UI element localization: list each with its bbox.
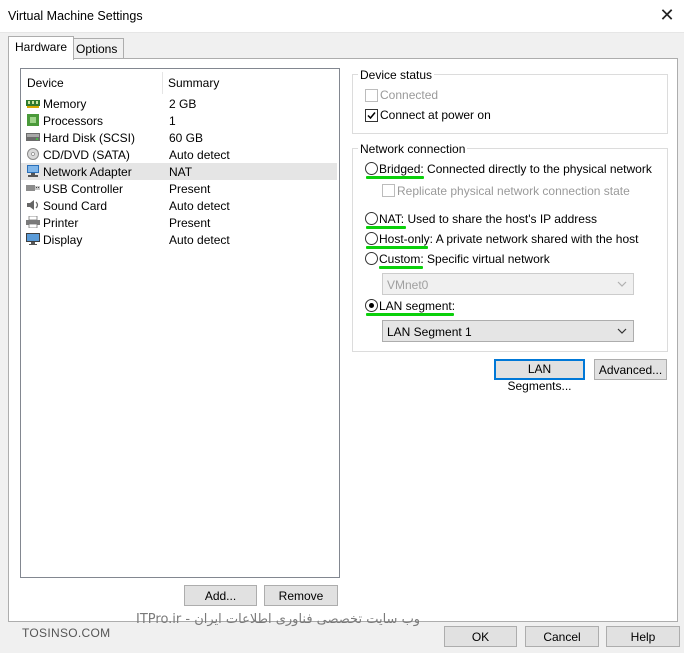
custom-network-select[interactable]: VMnet0 <box>382 273 634 295</box>
usb-icon <box>26 185 40 191</box>
custom-network-value: VMnet0 <box>387 278 429 292</box>
network-connection-legend: Network connection <box>358 142 468 156</box>
lan-segment-value: LAN Segment 1 <box>387 325 472 339</box>
bridged-desc: Connected directly to the physical netwo… <box>427 162 652 176</box>
device-summary: NAT <box>169 165 193 179</box>
check-icon <box>367 112 376 120</box>
nat-label: NAT: Used to share the host's IP address <box>379 212 597 226</box>
column-separator[interactable] <box>162 72 163 94</box>
device-summary: Present <box>169 216 211 230</box>
device-summary: 2 GB <box>169 97 197 111</box>
cd-dvd-icon <box>27 148 39 160</box>
custom-key: Custom: <box>379 252 424 266</box>
highlight-underline <box>366 226 406 229</box>
device-summary: Present <box>169 182 211 196</box>
tab-hardware[interactable]: Hardware <box>8 36 75 60</box>
sound-card-icon <box>27 200 39 210</box>
custom-desc: Specific virtual network <box>427 252 550 266</box>
device-row-display[interactable]: Display Auto detect <box>21 231 337 248</box>
device-row-sound-card[interactable]: Sound Card Auto detect <box>21 197 337 214</box>
device-status-legend: Device status <box>358 68 435 82</box>
column-device[interactable]: Device <box>27 76 64 90</box>
device-summary: Auto detect <box>169 199 230 213</box>
add-button[interactable]: Add... <box>184 585 257 606</box>
custom-radio[interactable] <box>365 252 378 265</box>
advanced-button[interactable]: Advanced... <box>594 359 667 380</box>
replicate-checkbox[interactable] <box>382 184 395 197</box>
chevron-down-icon <box>617 281 627 287</box>
device-row-network-adapter[interactable]: Network Adapter NAT <box>21 163 337 180</box>
host-only-desc: A private network shared with the host <box>435 232 639 246</box>
device-summary: 60 GB <box>169 131 204 145</box>
device-name: Memory <box>43 97 87 111</box>
close-icon[interactable]: ✕ <box>656 4 678 26</box>
device-row-cd-dvd[interactable]: CD/DVD (SATA) Auto detect <box>21 146 337 163</box>
remove-button[interactable]: Remove <box>264 585 338 606</box>
lan-segments-button[interactable]: LAN Segments... <box>494 359 585 393</box>
device-row-hard-disk[interactable]: Hard Disk (SCSI) 60 GB <box>21 129 337 146</box>
device-name: Network Adapter <box>43 165 132 179</box>
hard-disk-icon <box>26 133 40 141</box>
nat-key: NAT: <box>379 212 405 226</box>
network-adapter-icon <box>27 165 39 177</box>
highlight-underline <box>366 246 428 249</box>
device-name: CD/DVD (SATA) <box>43 148 130 162</box>
nat-desc: Used to share the host's IP address <box>407 212 597 226</box>
bridged-key: Bridged: <box>379 162 424 176</box>
device-list-header: Device Summary <box>21 72 337 94</box>
connected-checkbox[interactable] <box>365 89 378 102</box>
device-name: Sound Card <box>43 199 108 213</box>
device-summary: 1 <box>169 114 176 128</box>
ok-button[interactable]: OK <box>444 626 517 647</box>
bridged-label: Bridged: Connected directly to the physi… <box>379 162 652 176</box>
column-summary[interactable]: Summary <box>168 76 219 90</box>
tab-options[interactable]: Options <box>69 38 125 59</box>
processor-icon <box>27 114 39 126</box>
bridged-radio[interactable] <box>365 162 378 175</box>
help-button[interactable]: Help <box>606 626 680 647</box>
device-row-processors[interactable]: Processors 1 <box>21 112 337 129</box>
chevron-down-icon <box>617 328 627 334</box>
watermark-site: TOSINSO.COM <box>22 626 111 640</box>
connected-label: Connected <box>380 88 439 102</box>
device-name: USB Controller <box>43 182 124 196</box>
lan-segment-select[interactable]: LAN Segment 1 <box>382 320 634 342</box>
device-row-usb-controller[interactable]: USB Controller Present <box>21 180 337 197</box>
lan-segment-label: LAN segment: <box>379 299 456 313</box>
device-name: Printer <box>43 216 79 230</box>
display-icon <box>26 233 40 245</box>
lan-segment-radio[interactable] <box>365 299 378 312</box>
nat-radio[interactable] <box>365 212 378 225</box>
connect-at-power-on-label: Connect at power on <box>380 108 491 122</box>
highlight-underline <box>379 266 423 269</box>
highlight-underline <box>366 176 424 179</box>
cancel-button[interactable]: Cancel <box>525 626 599 647</box>
replicate-label: Replicate physical network connection st… <box>397 184 630 198</box>
device-summary: Auto detect <box>169 233 230 247</box>
printer-icon <box>26 216 40 228</box>
custom-label: Custom: Specific virtual network <box>379 252 550 266</box>
device-row-memory[interactable]: Memory 2 GB <box>21 95 337 112</box>
device-name: Hard Disk (SCSI) <box>43 131 136 145</box>
device-name: Display <box>43 233 83 247</box>
device-summary: Auto detect <box>169 148 230 162</box>
device-name: Processors <box>43 114 104 128</box>
window-title: Virtual Machine Settings <box>8 9 143 23</box>
device-status-group <box>352 74 668 134</box>
host-only-radio[interactable] <box>365 232 378 245</box>
memory-icon <box>26 100 40 108</box>
title-bar: Virtual Machine Settings ✕ <box>0 0 684 33</box>
watermark-banner: ITPro.ir - وب سایت تخصصی فناوری اطلاعات … <box>136 612 421 627</box>
host-only-key: Host-only: <box>379 232 434 246</box>
connect-at-power-on-checkbox[interactable] <box>365 109 378 122</box>
device-row-printer[interactable]: Printer Present <box>21 214 337 231</box>
host-only-label: Host-only: A private network shared with… <box>379 232 638 246</box>
highlight-underline <box>366 313 454 316</box>
